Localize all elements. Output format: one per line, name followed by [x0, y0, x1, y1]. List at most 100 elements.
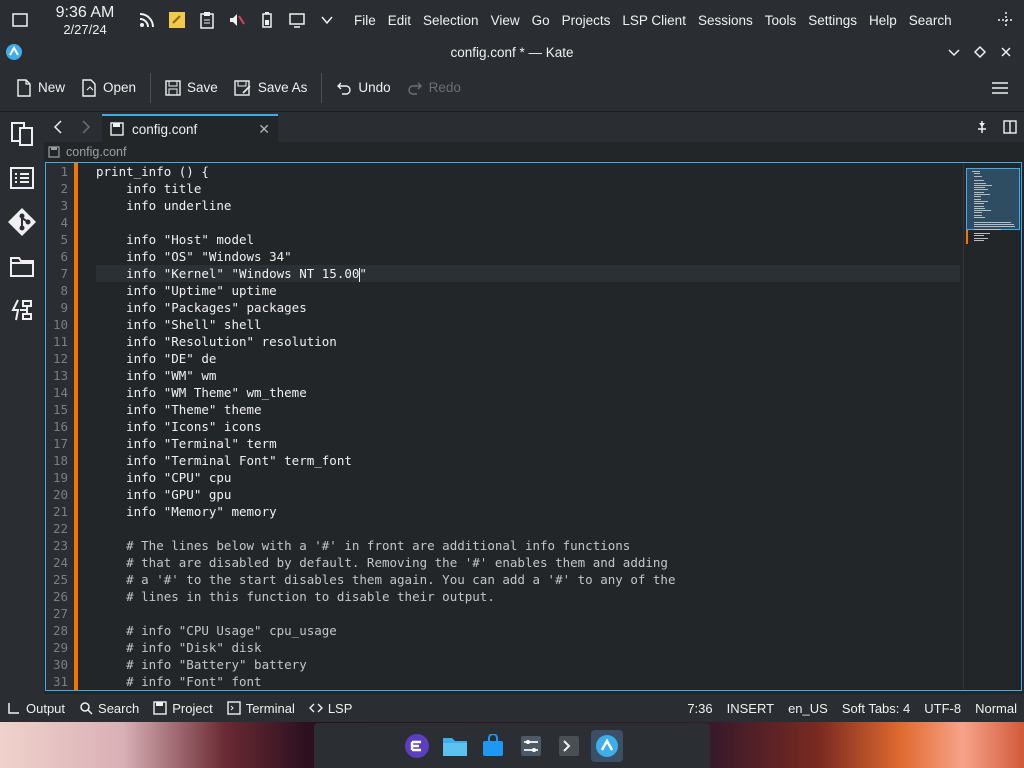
tab-close-icon[interactable]: ✕: [258, 121, 270, 138]
syntax-mode[interactable]: Normal: [968, 701, 1024, 716]
redo-button[interactable]: Redo: [399, 70, 469, 106]
window-title: config.conf * — Kate: [450, 44, 574, 60]
code-line[interactable]: info "Packages" packages: [96, 299, 960, 316]
minimize-icon[interactable]: [944, 42, 964, 62]
terminal-panel-button[interactable]: Terminal: [220, 701, 302, 716]
maximize-icon[interactable]: [970, 42, 990, 62]
split-view-icon[interactable]: [1002, 118, 1018, 136]
clipboard-icon[interactable]: [192, 5, 222, 35]
code-line[interactable]: [96, 605, 960, 622]
code-line[interactable]: info "WM" wm: [96, 367, 960, 384]
code-lines[interactable]: print_info () { info title info underlin…: [96, 163, 960, 690]
code-line[interactable]: [96, 520, 960, 537]
terminal-icon[interactable]: [553, 730, 585, 762]
code-line[interactable]: info "Host" model: [96, 231, 960, 248]
tab-config-conf[interactable]: config.conf ✕: [102, 114, 278, 142]
new-button[interactable]: New: [8, 70, 73, 106]
code-line[interactable]: # lines in this function to disable thei…: [96, 588, 960, 605]
code-line[interactable]: info "Theme" theme: [96, 401, 960, 418]
breadcrumb-file[interactable]: config.conf: [66, 145, 126, 159]
code-line[interactable]: print_info () {: [96, 163, 960, 180]
menu-go[interactable]: Go: [526, 13, 556, 28]
battery-icon[interactable]: [252, 5, 282, 35]
code-line[interactable]: info "Uptime" uptime: [96, 282, 960, 299]
window-titlebar[interactable]: config.conf * — Kate: [0, 40, 1024, 64]
documents-icon[interactable]: [0, 112, 44, 156]
show-desktop-icon[interactable]: [0, 0, 40, 40]
menu-help[interactable]: Help: [863, 13, 903, 28]
code-line[interactable]: info title: [96, 180, 960, 197]
code-line[interactable]: # that are disabled by default. Removing…: [96, 554, 960, 571]
kate-icon[interactable]: [591, 729, 623, 762]
chevron-down-icon[interactable]: [312, 5, 342, 35]
taskbar-dock: [314, 723, 710, 768]
menu-projects[interactable]: Projects: [556, 13, 617, 28]
close-icon[interactable]: [996, 42, 1016, 62]
code-line[interactable]: # a '#' to the start disables them again…: [96, 571, 960, 588]
clock[interactable]: 9:36 AM 2/27/24: [44, 4, 126, 36]
code-line[interactable]: info "Resolution" resolution: [96, 333, 960, 350]
move-icon[interactable]: [996, 10, 1016, 30]
notes-icon[interactable]: [162, 5, 192, 35]
cursor-position[interactable]: 7:36: [680, 701, 719, 716]
code-line[interactable]: info "Icons" icons: [96, 418, 960, 435]
menu-lsp-client[interactable]: LSP Client: [616, 13, 692, 28]
lsp-panel-button[interactable]: LSP: [302, 701, 360, 716]
menu-selection[interactable]: Selection: [417, 13, 485, 28]
app-launcher-icon[interactable]: [401, 730, 433, 762]
code-line[interactable]: [96, 214, 960, 231]
code-line[interactable]: info "OS" "Windows 34": [96, 248, 960, 265]
rss-icon[interactable]: [132, 5, 162, 35]
save-button[interactable]: Save: [157, 70, 226, 106]
code-line[interactable]: info "Memory" memory: [96, 503, 960, 520]
code-line[interactable]: info "GPU" gpu: [96, 486, 960, 503]
minimap[interactable]: [963, 163, 1021, 690]
input-mode[interactable]: INSERT: [720, 701, 781, 716]
code-line[interactable]: info underline: [96, 197, 960, 214]
menu-sessions[interactable]: Sessions: [692, 13, 759, 28]
code-line[interactable]: info "Shell" shell: [96, 316, 960, 333]
back-arrow-icon[interactable]: [50, 118, 66, 136]
menu-settings[interactable]: Settings: [802, 13, 863, 28]
code-line[interactable]: info "Terminal Font" term_font: [96, 452, 960, 469]
forward-arrow-icon[interactable]: [78, 118, 94, 136]
code-line[interactable]: info "Kernel" "Windows NT 15.00": [96, 265, 960, 282]
project-panel-button[interactable]: Project: [146, 701, 219, 716]
search-panel-button[interactable]: Search: [72, 701, 146, 716]
file-encoding[interactable]: UTF-8: [917, 701, 968, 716]
output-panel-button[interactable]: Output: [0, 701, 72, 716]
code-line[interactable]: # The lines below with a '#' in front ar…: [96, 537, 960, 554]
code-line[interactable]: info "CPU" cpu: [96, 469, 960, 486]
hamburger-menu-icon[interactable]: [990, 78, 1010, 98]
open-button[interactable]: Open: [73, 70, 144, 106]
menu-edit[interactable]: Edit: [382, 13, 417, 28]
store-icon[interactable]: [477, 730, 509, 762]
code-line[interactable]: info "Terminal" term: [96, 435, 960, 452]
git-icon[interactable]: [0, 200, 44, 244]
code-line[interactable]: info "DE" de: [96, 350, 960, 367]
menu-file[interactable]: File: [348, 13, 382, 28]
symbol-outline-icon[interactable]: [0, 156, 44, 200]
pin-icon[interactable]: [974, 118, 990, 136]
breadcrumb: config.conf: [44, 142, 1024, 161]
menu-view[interactable]: View: [485, 13, 526, 28]
code-line[interactable]: # info "Font" font: [96, 673, 960, 690]
code-line[interactable]: # info "Disk" disk: [96, 639, 960, 656]
save-as-button[interactable]: Save As: [226, 70, 316, 106]
undo-button[interactable]: Undo: [328, 70, 398, 106]
file-manager-icon[interactable]: [439, 730, 471, 762]
menu-search[interactable]: Search: [903, 13, 958, 28]
display-icon[interactable]: [282, 5, 312, 35]
build-icon[interactable]: [0, 288, 44, 332]
volume-muted-icon[interactable]: [222, 5, 252, 35]
code-line[interactable]: # info "CPU Usage" cpu_usage: [96, 622, 960, 639]
code-line[interactable]: info "WM Theme" wm_theme: [96, 384, 960, 401]
folding-column[interactable]: [78, 163, 92, 690]
system-settings-icon[interactable]: [515, 730, 547, 762]
folder-icon[interactable]: [0, 244, 44, 288]
menu-tools[interactable]: Tools: [759, 13, 803, 28]
code-line[interactable]: # info "Battery" battery: [96, 656, 960, 673]
dictionary-language[interactable]: en_US: [781, 701, 835, 716]
code-editor[interactable]: 1 2 3 4 5 6 7 8 9 10 11 12 13 14 15 16 17 18 19 20 21 22 23 24 2…: [45, 162, 1022, 691]
indentation-setting[interactable]: Soft Tabs: 4: [835, 701, 917, 716]
